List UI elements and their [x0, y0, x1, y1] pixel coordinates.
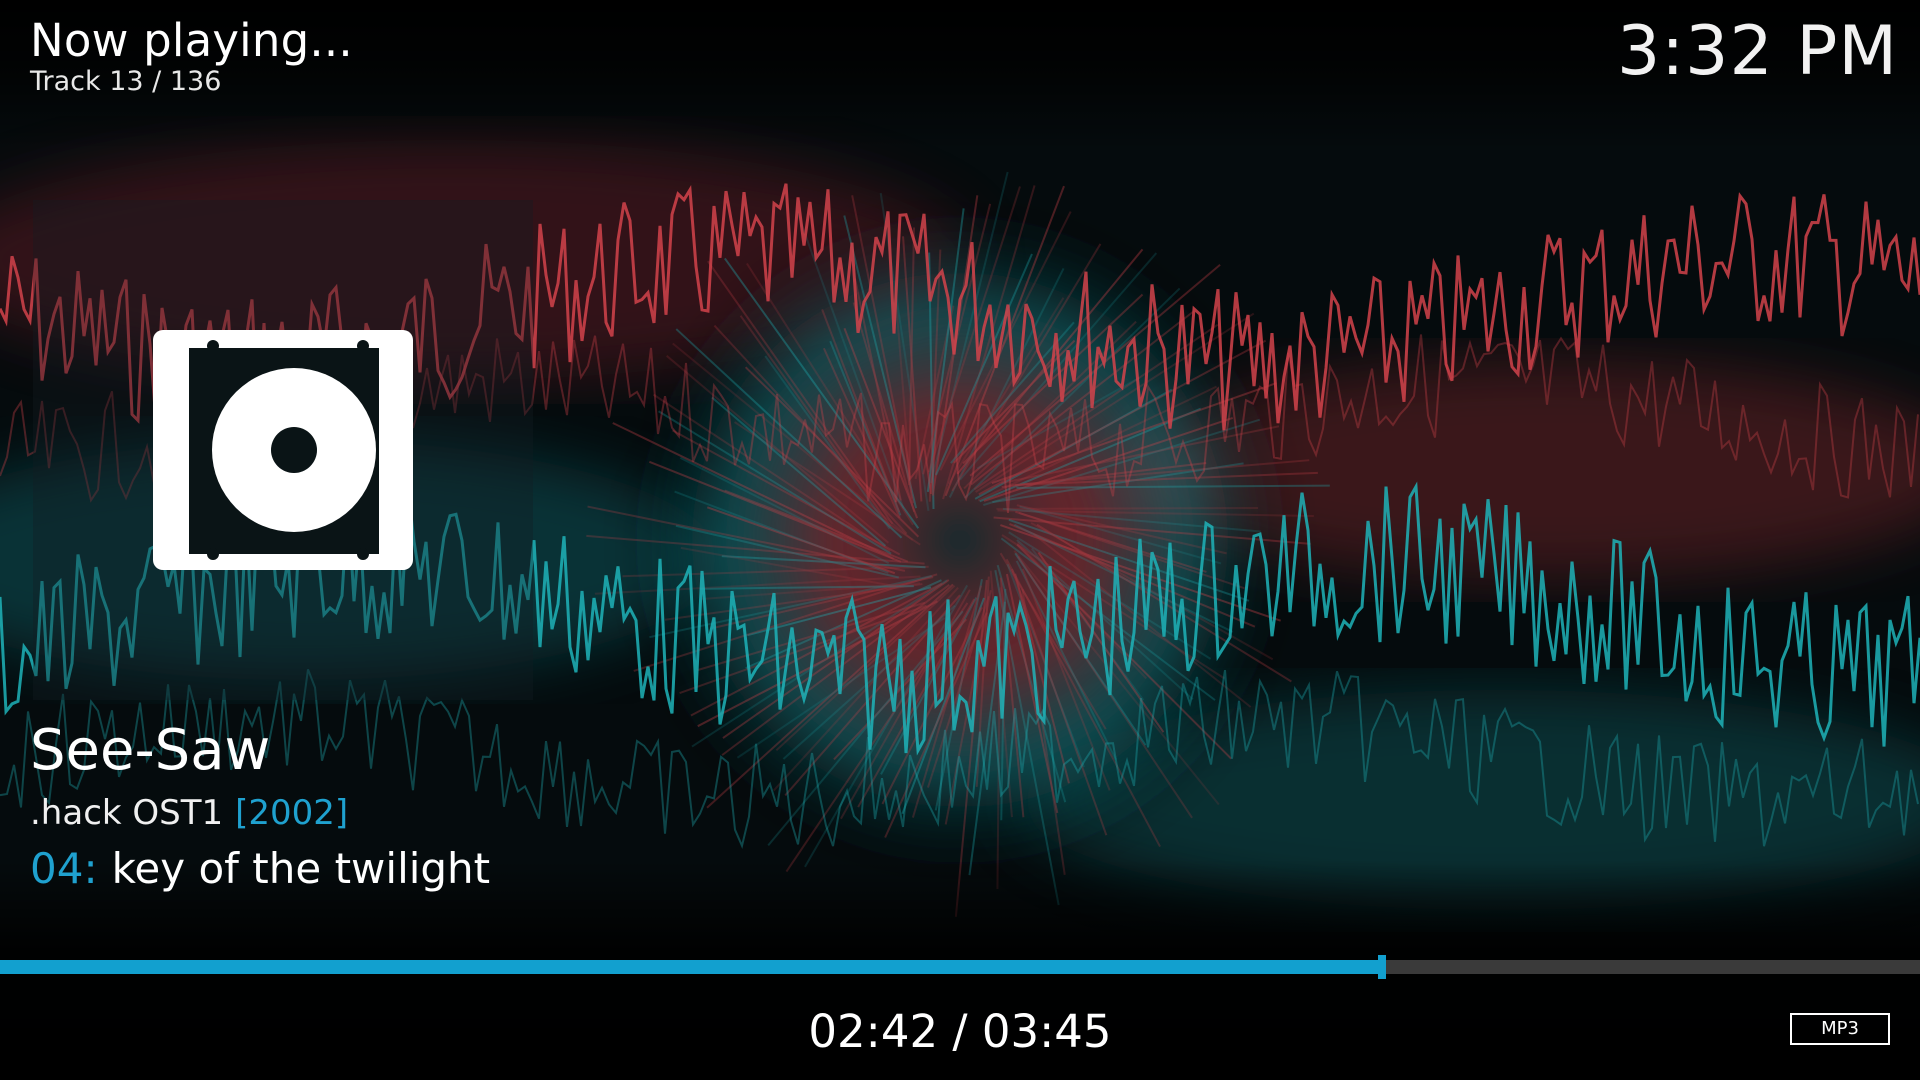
playback-time: 02:42 / 03:45	[808, 1005, 1112, 1058]
track-name: key of the twilight	[111, 844, 491, 893]
seek-bar[interactable]	[0, 955, 1920, 979]
disc-icon	[153, 330, 413, 570]
song-artist: See-Saw	[30, 718, 271, 783]
seek-bar-fill	[0, 960, 1383, 974]
clock: 3:32 PM	[1617, 12, 1898, 91]
codec-badge: MP3	[1790, 1013, 1890, 1045]
album-year: [2002]	[235, 793, 349, 833]
album-line: .hack OST1 [2002]	[30, 793, 348, 833]
now-playing-screen: Now playing... Track 13 / 136 3:32 PM Se…	[0, 0, 1920, 1080]
album-name: .hack OST1	[30, 793, 224, 833]
seek-bar-handle[interactable]	[1378, 955, 1387, 979]
page-title: Now playing...	[30, 14, 353, 67]
track-position: Track 13 / 136	[30, 66, 222, 97]
track-line: 04: key of the twilight	[30, 844, 490, 893]
track-number: 04:	[30, 844, 98, 893]
